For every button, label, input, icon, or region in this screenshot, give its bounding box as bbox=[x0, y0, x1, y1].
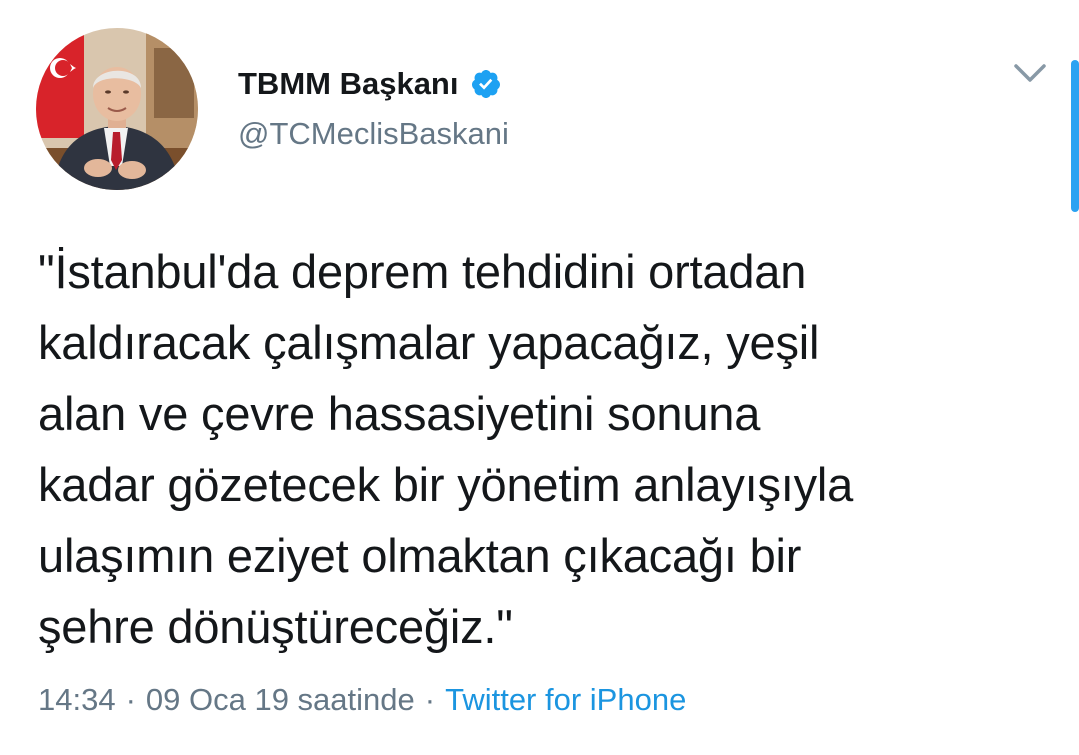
tweet-text-line: alan ve çevre hassasiyetini sonuna bbox=[38, 387, 761, 440]
author-handle[interactable]: @TCMeclisBaskani bbox=[238, 116, 509, 152]
tweet-text-line: ulaşımın eziyet olmaktan çıkacağı bir bbox=[38, 529, 802, 582]
avatar-photo bbox=[36, 28, 198, 190]
chevron-down-icon[interactable] bbox=[1008, 58, 1052, 88]
meta-separator: · bbox=[424, 682, 436, 717]
author-name-row[interactable]: TBMM Başkanı bbox=[238, 62, 502, 106]
tweet-text-line: kadar gözetecek bir yönetim anlayışıyla bbox=[38, 458, 854, 511]
tweet-text-line: kaldıracak çalışmalar yapacağız, yeşil bbox=[38, 316, 820, 369]
avatar[interactable] bbox=[36, 28, 198, 190]
tweet-source-link[interactable]: Twitter for iPhone bbox=[445, 682, 686, 718]
tweet-meta: 14:34 · 09 Oca 19 saatinde · Twitter for… bbox=[38, 682, 686, 718]
scrollbar[interactable] bbox=[1071, 60, 1079, 212]
author-display-name[interactable]: TBMM Başkanı bbox=[238, 66, 458, 102]
verified-badge-icon bbox=[470, 68, 502, 100]
meta-separator: · bbox=[125, 682, 136, 717]
tweet-text-line: "İstanbul'da deprem tehdidini ortadan bbox=[38, 245, 807, 298]
tweet-time[interactable]: 14:34 bbox=[38, 682, 116, 718]
tweet-text: "İstanbul'da deprem tehdidini ortadan ka… bbox=[38, 236, 1048, 662]
tweet-text-line: şehre dönüştüreceğiz." bbox=[38, 600, 513, 653]
tweet-date[interactable]: 09 Oca 19 saatinde bbox=[146, 682, 415, 718]
tweet-detail: TBMM Başkanı @TCMeclisBaskani "İstanbul'… bbox=[0, 0, 1079, 755]
